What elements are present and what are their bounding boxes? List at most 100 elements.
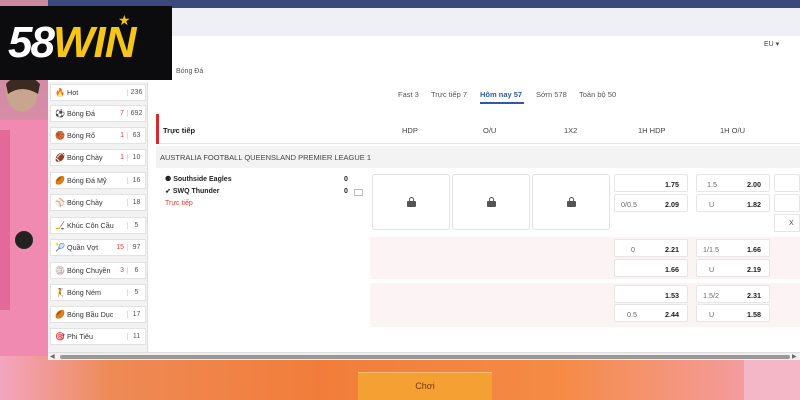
sidebar-item-football[interactable]: ⚽ Bóng Đá 7 692 xyxy=(50,105,146,122)
sidebar-item-label: Bóng Bầu Dục xyxy=(67,310,114,319)
odds-cell[interactable]: 1.5 2.00 xyxy=(696,174,770,192)
sidebar-item-baseball[interactable]: 🏈 Bóng Chày 1 10 xyxy=(50,149,146,166)
sidebar-item-count: 17 xyxy=(127,311,145,318)
tv-icon[interactable] xyxy=(354,189,363,196)
sidebar-item-label: Bóng Chày xyxy=(67,153,103,162)
league-row[interactable]: AUSTRALIA FOOTBALL QUEENSLAND PREMIER LE… xyxy=(156,146,800,168)
sidebar-item-label: Bóng Đá xyxy=(67,109,95,118)
odds-cell[interactable]: U 1.82 xyxy=(696,194,770,212)
odds-cell[interactable]: 1/1.5 1.66 xyxy=(696,239,770,257)
odds-cell-partial[interactable] xyxy=(774,194,800,212)
sidebar-item-live-count: 3 xyxy=(120,267,124,274)
odds-table-header: Trực tiếp HDP O/U 1X2 1H HDP 1H O/U xyxy=(156,114,800,144)
sidebar-item-darts[interactable]: 🎯 Phi Tiêu 11 xyxy=(50,328,146,345)
odds-value: 1.75 xyxy=(665,180,679,189)
sidebar-item-basketball[interactable]: 🏀 Bóng Rổ 1 63 xyxy=(50,127,146,144)
handball-icon: 🤾 xyxy=(55,288,65,297)
sidebar-item-hot[interactable]: 🔥 Hot 236 xyxy=(50,84,146,101)
odds-cell[interactable]: 1.66 xyxy=(614,259,688,277)
sidebar-item-handball[interactable]: 🤾 Bóng Ném 5 xyxy=(50,284,146,301)
home-team-name: Southside Eagles xyxy=(173,176,232,183)
match-info[interactable]: ⚈ Southside Eagles ➶ SWQ Thunder 0 0 Trự… xyxy=(160,170,370,352)
region-selector[interactable]: EU ▾ xyxy=(764,40,779,48)
match-status: Trực tiếp xyxy=(165,200,193,207)
play-button[interactable]: Chơi xyxy=(358,372,492,400)
sidebar-item-label: Bóng Đá Mỹ xyxy=(67,176,107,185)
scroll-left-icon[interactable]: ◀ xyxy=(50,353,55,360)
lock-icon xyxy=(406,197,416,207)
star-icon: ★ xyxy=(118,12,131,28)
locked-hdp xyxy=(372,174,450,230)
soccer-ball-icon: ⚽ xyxy=(55,109,65,118)
sidebar-item-american-football[interactable]: 🏉 Bóng Đá Mỹ 16 xyxy=(50,172,146,189)
brand-logo[interactable]: 58 WIN ★ xyxy=(0,6,172,80)
col-hdp: HDP xyxy=(402,126,418,135)
odds-cell[interactable]: 0/0.5 2.09 xyxy=(614,194,688,212)
tab-early[interactable]: Sớm 578 xyxy=(536,90,567,99)
lock-icon xyxy=(566,197,576,207)
rugby-icon: 🏉 xyxy=(55,310,65,319)
sidebar-item-baseball-2[interactable]: ⚾ Bóng Chày 18 xyxy=(50,194,146,211)
odds-cell[interactable]: U 1.58 xyxy=(696,304,770,322)
odds-handicap: 1.5/2 xyxy=(703,291,719,300)
sidebar-item-label: Khúc Côn Cầu xyxy=(67,221,114,230)
horizontal-scrollbar[interactable]: ◀ ▶ xyxy=(48,352,800,360)
locked-1x2 xyxy=(532,174,610,230)
odds-cell[interactable]: U 2.19 xyxy=(696,259,770,277)
sidebar-item-label: Hot xyxy=(67,88,79,97)
sidebar-item-label: Quần Vợt xyxy=(67,243,99,252)
logo-number: 58 xyxy=(8,18,55,67)
odds-handicap: 1.5 xyxy=(707,180,717,189)
odds-cell-partial[interactable] xyxy=(774,174,800,192)
dart-icon: 🎯 xyxy=(55,332,65,341)
odds-handicap: 0/0.5 xyxy=(621,200,637,209)
odds-value: 1.82 xyxy=(747,200,761,209)
tab-live[interactable]: Trực tiếp 7 xyxy=(431,90,467,99)
tab-all[interactable]: Toàn bộ 50 xyxy=(579,90,616,99)
sidebar-item-tennis[interactable]: 🎾 Quần Vợt 15 97 xyxy=(50,239,146,256)
tennis-ball-icon: 🎾 xyxy=(55,243,65,252)
away-score: 0 xyxy=(344,188,348,195)
breadcrumb[interactable]: Bóng Đá xyxy=(176,68,203,75)
odds-value: 2.44 xyxy=(665,310,679,319)
sidebar-item-hockey[interactable]: 🏒 Khúc Côn Cầu 5 xyxy=(50,217,146,234)
odds-value: 2.00 xyxy=(747,180,761,189)
scroll-right-icon[interactable]: ▶ xyxy=(792,353,797,360)
odds-value: 2.09 xyxy=(665,200,679,209)
odds-handicap: 0.5 xyxy=(627,310,637,319)
draw-cell[interactable]: X xyxy=(774,214,800,232)
player-artwork xyxy=(0,72,48,360)
region-label: EU xyxy=(764,41,774,48)
sidebar-item-live-count: 15 xyxy=(116,244,124,251)
volleyball-icon: 🏐 xyxy=(55,266,65,275)
sidebar-item-label: Bóng Rổ xyxy=(67,131,95,140)
odds-handicap: 0 xyxy=(631,245,635,254)
odds-cell[interactable]: 0 2.21 xyxy=(614,239,688,257)
odds-value: 1.58 xyxy=(747,310,761,319)
odds-cell[interactable]: 0.5 2.44 xyxy=(614,304,688,322)
sidebar-item-volleyball[interactable]: 🏐 Bóng Chuyền 3 6 xyxy=(50,262,146,279)
sidebar-item-count: 18 xyxy=(127,199,145,206)
odds-value: 2.19 xyxy=(747,265,761,274)
sidebar-item-count: 97 xyxy=(127,244,145,251)
odds-value: 2.31 xyxy=(747,291,761,300)
rugby-ball-icon: 🏉 xyxy=(55,176,65,185)
odds-handicap: 1/1.5 xyxy=(703,245,719,254)
odds-cell[interactable]: 1.5/2 2.31 xyxy=(696,285,770,303)
odds-cell[interactable]: 1.75 xyxy=(614,174,688,192)
away-team-name: SWQ Thunder xyxy=(172,188,220,195)
baseball-icon: ⚾ xyxy=(55,198,65,207)
scrollbar-thumb[interactable] xyxy=(60,355,790,359)
sidebar-item-live-count: 1 xyxy=(120,132,124,139)
tab-fast3[interactable]: Fast 3 xyxy=(398,90,419,99)
sidebar-item-count: 11 xyxy=(127,333,145,340)
sidebar-item-label: Bóng Chuyền xyxy=(67,266,111,275)
live-header: Trực tiếp xyxy=(163,126,196,135)
sidebar-item-count: 10 xyxy=(127,154,145,161)
sidebar-item-count: 5 xyxy=(127,289,145,296)
odds-value: 2.21 xyxy=(665,245,679,254)
odds-cell[interactable]: 1.53 xyxy=(614,285,688,303)
odds-value: 1.66 xyxy=(665,265,679,274)
tab-today[interactable]: Hôm nay 57 xyxy=(480,90,522,99)
sidebar-item-rugby[interactable]: 🏉 Bóng Bầu Dục 17 xyxy=(50,306,146,323)
